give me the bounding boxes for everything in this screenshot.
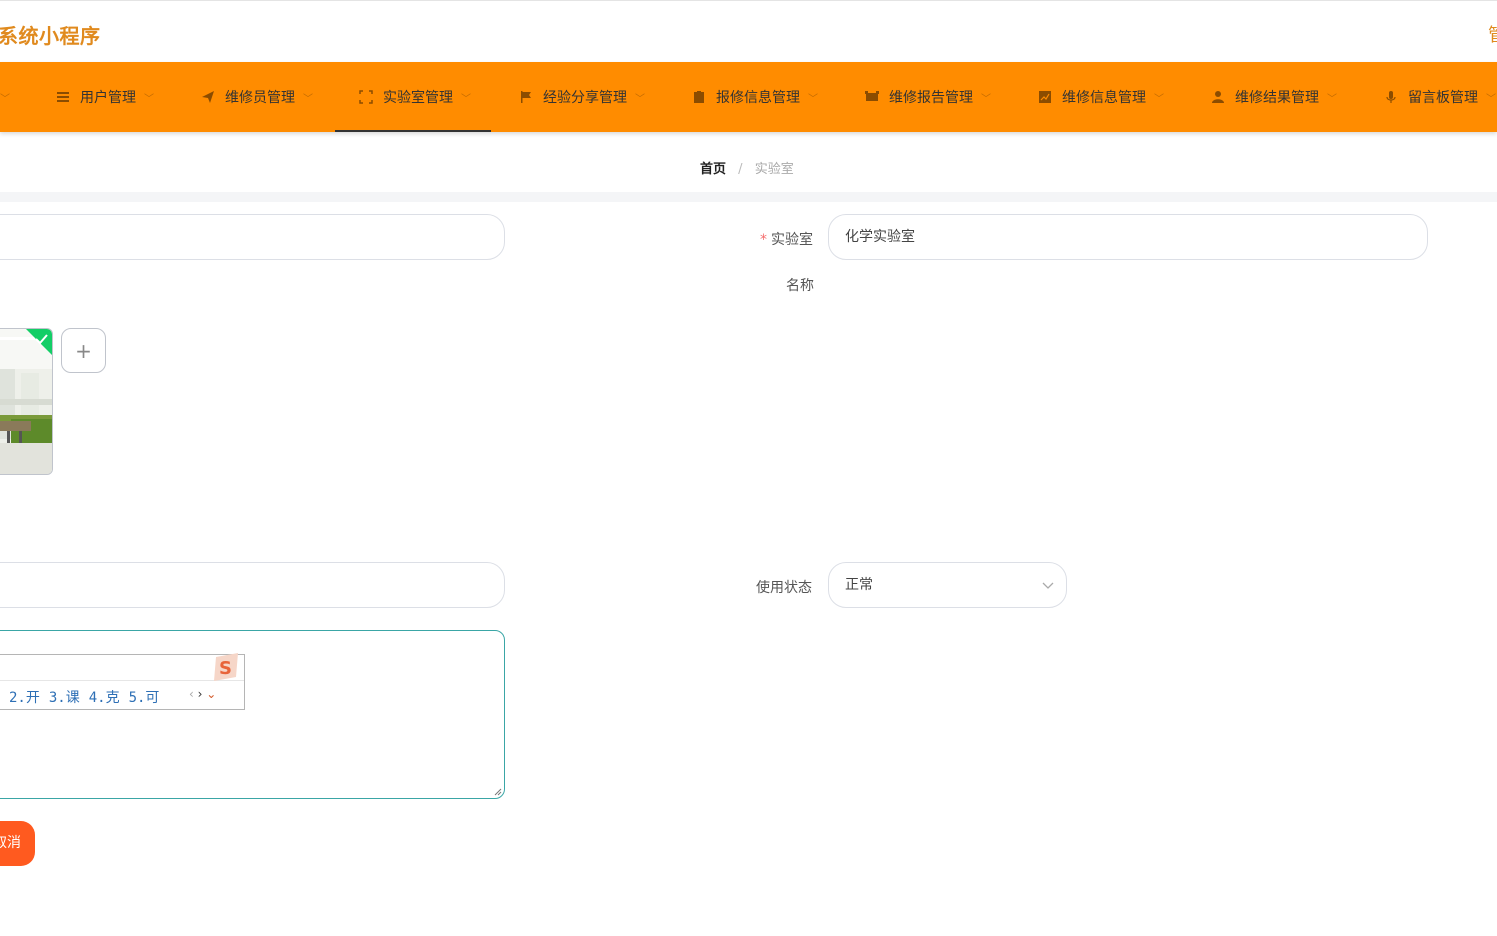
nav-item-repairers[interactable]: 维修员管理 ﹀ bbox=[201, 62, 313, 132]
ime-candidate[interactable]: 2.开 bbox=[9, 690, 40, 706]
chevron-down-icon: ﹀ bbox=[303, 93, 313, 105]
breadcrumb-current: 实验室 bbox=[754, 162, 794, 177]
plus-icon: + bbox=[75, 338, 92, 363]
nav-label: 维修员管理 bbox=[225, 90, 295, 106]
lab-name-label: * 实验室 bbox=[760, 232, 813, 248]
status-select-value: 正常 bbox=[845, 577, 873, 593]
breadcrumb-home[interactable]: 首页 bbox=[700, 162, 726, 177]
chevron-down-icon: ﹀ bbox=[461, 93, 471, 105]
nav-item-repair-reports[interactable]: 维修报告管理 ﹀ bbox=[865, 62, 991, 132]
nav-label: 报修信息管理 bbox=[716, 90, 800, 106]
lab-name-label-line2: 名称 bbox=[786, 278, 814, 294]
ime-candidate[interactable]: 3.课 bbox=[49, 690, 80, 706]
chevron-down-icon: ﹀ bbox=[0, 94, 10, 105]
site-title: 系统小程序 bbox=[0, 24, 101, 48]
flag-icon bbox=[521, 91, 531, 103]
left-text-field[interactable] bbox=[0, 214, 505, 260]
top-header: 系统小程序 管 bbox=[0, 0, 1497, 62]
lab-name-input[interactable]: 化学实验室 bbox=[828, 214, 1428, 260]
required-marker: * bbox=[760, 232, 767, 248]
ime-candidate[interactable]: 4.克 bbox=[89, 690, 120, 706]
ime-candidates: 2.开 3.课 4.克 5.可 bbox=[9, 687, 168, 707]
chevron-down-icon: ﹀ bbox=[635, 93, 645, 105]
breadcrumb: 首页 / 实验室 bbox=[700, 158, 794, 177]
lab-photo bbox=[0, 329, 52, 474]
clipboard-icon bbox=[694, 91, 704, 103]
ime-page-controls: ‹ › ⌄ bbox=[189, 687, 216, 701]
user-icon bbox=[1212, 91, 1224, 103]
nav-label: 维修报告管理 bbox=[889, 90, 973, 106]
sogou-logo-icon: S bbox=[214, 653, 238, 681]
chevron-down-icon: ﹀ bbox=[1154, 93, 1164, 105]
chevron-down-icon[interactable]: ⌄ bbox=[206, 687, 216, 701]
nav-item-experience[interactable]: 经验分享管理 ﹀ bbox=[519, 62, 645, 132]
nav-label: 经验分享管理 bbox=[543, 90, 627, 106]
chevron-down-icon: ﹀ bbox=[981, 93, 991, 105]
chevron-right-icon[interactable]: › bbox=[198, 687, 203, 701]
nav-item-repair-results[interactable]: 维修结果管理 ﹀ bbox=[1211, 62, 1337, 132]
nav-item-labs[interactable]: 实验室管理 ﹀ bbox=[335, 62, 491, 132]
chevron-down-icon: ﹀ bbox=[1486, 93, 1496, 105]
chevron-down-icon: ﹀ bbox=[808, 93, 818, 105]
lab-photo-thumbnail[interactable] bbox=[0, 328, 53, 475]
ime-candidate[interactable]: 5.可 bbox=[129, 690, 160, 706]
nav-label: 用户管理 bbox=[80, 90, 136, 106]
microphone-icon bbox=[1386, 91, 1396, 103]
chevron-down-icon: ﹀ bbox=[1327, 93, 1337, 105]
nav-label: 留言板管理 bbox=[1408, 90, 1478, 106]
ime-candidate-window: 2.开 3.课 4.克 5.可 ‹ › ⌄ S bbox=[0, 653, 245, 710]
ime-composition-bar bbox=[0, 655, 244, 681]
breadcrumb-separator: / bbox=[738, 162, 743, 177]
upload-image-button[interactable]: + bbox=[61, 328, 106, 373]
page: 系统小程序 管 ﹀ 用户管理 ﹀ 维修员管理 ﹀ 实验室管理 ﹀ 经验分享管理 … bbox=[0, 0, 1497, 936]
chevron-down-icon bbox=[1042, 582, 1054, 589]
resize-handle-icon[interactable] bbox=[494, 788, 502, 796]
divider bbox=[0, 192, 1497, 202]
status-label: 使用状态 bbox=[756, 580, 812, 596]
svg-text:S: S bbox=[219, 658, 232, 679]
send-icon bbox=[202, 91, 214, 103]
cancel-button[interactable]: 取消 bbox=[0, 821, 35, 866]
fullscreen-icon bbox=[359, 90, 373, 104]
nav-label: 维修信息管理 bbox=[1062, 90, 1146, 106]
chevron-left-icon[interactable]: ‹ bbox=[189, 687, 194, 701]
film-icon bbox=[865, 91, 879, 101]
nav-item-message-board[interactable]: 留言板管理 ﹀ bbox=[1384, 62, 1496, 132]
chart-icon bbox=[1039, 91, 1051, 103]
nav-item-repair-requests[interactable]: 报修信息管理 ﹀ bbox=[692, 62, 818, 132]
user-menu[interactable]: 管 bbox=[1488, 21, 1497, 47]
nav-item-repair-info[interactable]: 维修信息管理 ﹀ bbox=[1038, 62, 1164, 132]
nav-item-users[interactable]: 用户管理 ﹀ bbox=[56, 62, 154, 132]
status-select[interactable]: 正常 bbox=[828, 562, 1067, 608]
main-nav: ﹀ 用户管理 ﹀ 维修员管理 ﹀ 实验室管理 ﹀ 经验分享管理 ﹀ 报修信息管理… bbox=[0, 62, 1497, 132]
nav-label: 维修结果管理 bbox=[1235, 90, 1319, 106]
menu-icon bbox=[57, 92, 69, 102]
left-text-field-2[interactable] bbox=[0, 562, 505, 608]
chevron-down-icon: ﹀ bbox=[144, 93, 154, 105]
nav-label: 实验室管理 bbox=[383, 90, 453, 106]
